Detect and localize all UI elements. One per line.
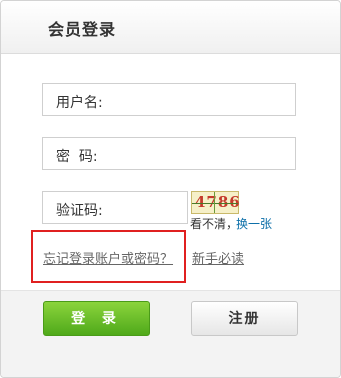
captcha-input[interactable]: [119, 196, 183, 222]
panel-header: 会员登录: [1, 1, 340, 54]
panel-title: 会员登录: [48, 20, 117, 39]
login-button[interactable]: 登 录: [43, 301, 150, 336]
username-label: 用户名:: [56, 95, 103, 111]
username-input[interactable]: [127, 88, 291, 114]
login-panel: 会员登录 用户名: 密 码: 验证码: 4786 看不清， 换一张 忘记登录账户…: [0, 0, 341, 378]
captcha-unclear-text: 看不清，: [190, 217, 239, 231]
username-field[interactable]: 用户名:: [42, 83, 296, 116]
password-field[interactable]: 密 码:: [42, 137, 296, 170]
beginner-guide-link[interactable]: 新手必读: [192, 248, 244, 267]
captcha-noise-line-vertical: [214, 192, 215, 213]
password-input[interactable]: [127, 142, 291, 168]
captcha-label: 验证码:: [56, 203, 103, 219]
password-label: 密 码:: [56, 149, 98, 165]
forgot-password-link[interactable]: 忘记登录账户或密码？: [43, 248, 173, 267]
captcha-field[interactable]: 验证码:: [42, 191, 188, 224]
captcha-refresh-link[interactable]: 换一张: [236, 215, 272, 232]
captcha-image[interactable]: 4786: [191, 191, 241, 214]
register-button[interactable]: 注册: [191, 301, 298, 336]
captcha-image-text: 4786: [195, 193, 241, 211]
captcha-noise-line: [192, 203, 238, 204]
